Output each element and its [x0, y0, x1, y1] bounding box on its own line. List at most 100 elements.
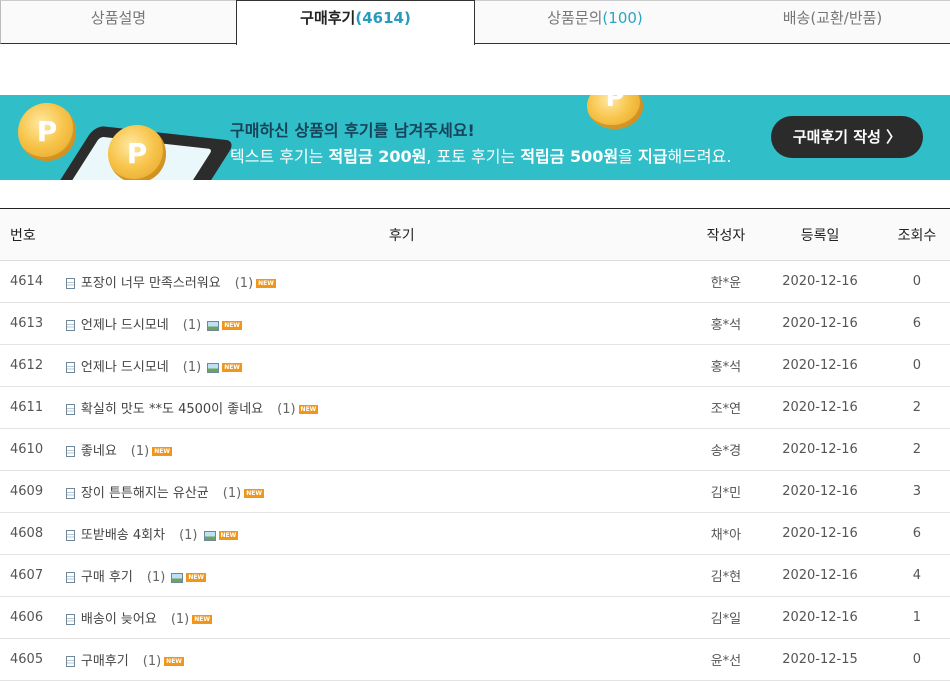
review-number: 4613: [0, 302, 59, 345]
review-views: 0: [883, 260, 950, 303]
tab-product-description[interactable]: 상품설명: [0, 0, 236, 44]
table-row[interactable]: 4609 장이 튼튼해지는 유산균 (1) NEW 김*민 2020-12-16 3: [0, 470, 950, 513]
image-attached-icon: [207, 362, 220, 373]
review-title-link[interactable]: 구매후기: [81, 654, 129, 669]
review-number: 4605: [0, 638, 59, 681]
review-number: 4611: [0, 386, 59, 429]
banner-text: 을: [618, 147, 638, 166]
review-title-cell: 배송이 늦어요 (1) NEW: [58, 596, 696, 639]
review-title-cell: 언제나 드시모네 (1) NEW: [58, 302, 696, 345]
table-row[interactable]: 4613 언제나 드시모네 (1) NEW 홍*석 2020-12-16 6: [0, 302, 950, 345]
comment-count: (1): [222, 486, 242, 501]
review-title-link[interactable]: 좋네요: [81, 444, 117, 459]
comment-count: (1): [142, 654, 162, 669]
review-date: 2020-12-16: [756, 428, 884, 471]
table-row[interactable]: 4611 확실히 맛도 **도 4500이 좋네요 (1) NEW 조*연 2020-12…: [0, 386, 950, 429]
review-title-cell: 확실히 맛도 **도 4500이 좋네요 (1) NEW: [58, 386, 696, 429]
image-attached-icon: [203, 530, 216, 541]
comment-count: (1): [170, 612, 190, 627]
review-author: 조*연: [695, 386, 757, 429]
banner-highlight: 적립금 500원: [520, 147, 619, 166]
document-icon: [65, 320, 75, 331]
tab-label: 상품문의: [547, 9, 603, 27]
review-views: 0: [883, 344, 950, 387]
new-badge: NEW: [152, 447, 172, 456]
document-icon: [65, 614, 75, 625]
review-title-link[interactable]: 포장이 너무 만족스러워요: [81, 276, 221, 291]
review-views: 4: [883, 554, 950, 597]
review-date: 2020-12-16: [756, 596, 884, 639]
coin-icon: P: [108, 125, 166, 180]
review-title-link[interactable]: 언제나 드시모네: [81, 360, 169, 375]
review-date: 2020-12-16: [756, 302, 884, 345]
new-badge: NEW: [256, 279, 276, 288]
review-number: 4606: [0, 596, 59, 639]
review-views: 0: [883, 638, 950, 681]
document-icon: [65, 404, 75, 415]
table-row[interactable]: 4610 좋네요 (1) NEW 송*경 2020-12-16 2: [0, 428, 950, 471]
header-author: 작성자: [695, 208, 757, 261]
banner-highlight: 지급: [637, 147, 668, 166]
review-views: 6: [883, 302, 950, 345]
table-row[interactable]: 4612 언제나 드시모네 (1) NEW 홍*석 2020-12-16 0: [0, 344, 950, 387]
document-icon: [65, 278, 75, 289]
comment-count: (1): [146, 570, 166, 585]
header-no: 번호: [0, 208, 59, 261]
review-title-link[interactable]: 장이 튼튼해지는 유산균: [81, 486, 209, 501]
review-title-cell: 장이 튼튼해지는 유산균 (1) NEW: [58, 470, 696, 513]
review-title-cell: 또받배송 4회차 (1) NEW: [58, 512, 696, 555]
banner-text: , 포토 후기는: [426, 147, 521, 166]
review-date: 2020-12-16: [756, 470, 884, 513]
review-title-link[interactable]: 또받배송 4회차: [81, 528, 165, 543]
review-date: 2020-12-16: [756, 344, 884, 387]
tab-shipping[interactable]: 배송(교환/반품): [715, 0, 950, 44]
comment-count: (1): [130, 444, 150, 459]
review-number: 4609: [0, 470, 59, 513]
review-title-cell: 언제나 드시모네 (1) NEW: [58, 344, 696, 387]
review-table: 번호 후기 작성자 등록일 조회수 4614 포장이 너무 만족스러워요 (1) NE…: [0, 208, 950, 681]
table-row[interactable]: 4607 구매 후기 (1) NEW 김*현 2020-12-16 4: [0, 554, 950, 597]
review-title-link[interactable]: 구매 후기: [81, 570, 133, 585]
new-badge: NEW: [186, 573, 207, 582]
comment-count: (1): [182, 360, 202, 375]
tab-count: (100): [602, 9, 643, 27]
review-views: 1: [883, 596, 950, 639]
review-views: 2: [883, 386, 950, 429]
review-title-link[interactable]: 배송이 늦어요: [81, 612, 157, 627]
new-badge: NEW: [298, 405, 319, 414]
table-row[interactable]: 4614 포장이 너무 만족스러워요 (1) NEW 한*윤 2020-12-16 0: [0, 260, 950, 303]
review-title-cell: 포장이 너무 만족스러워요 (1) NEW: [58, 260, 696, 303]
review-date: 2020-12-16: [756, 512, 884, 555]
tab-count: (4614): [355, 9, 411, 27]
table-row[interactable]: 4608 또받배송 4회차 (1) NEW 채*아 2020-12-16 6: [0, 512, 950, 555]
header-title: 후기: [58, 208, 696, 261]
review-date: 2020-12-16: [756, 260, 884, 303]
review-author: 송*경: [695, 428, 757, 471]
review-date: 2020-12-16: [756, 386, 884, 429]
coin-icon: P: [587, 95, 643, 129]
review-author: 홍*석: [695, 302, 757, 345]
write-review-button[interactable]: 구매후기 작성 〉: [771, 116, 923, 158]
tab-label: 배송(교환/반품): [782, 9, 883, 27]
banner-text: 텍스트 후기는: [230, 147, 329, 166]
document-icon: [65, 446, 75, 457]
document-icon: [65, 572, 75, 583]
review-title-cell: 구매 후기 (1) NEW: [58, 554, 696, 597]
new-badge: NEW: [222, 363, 242, 372]
table-row[interactable]: 4605 구매후기 (1) NEW 윤*선 2020-12-15 0: [0, 638, 950, 681]
header-views: 조회수: [883, 208, 950, 261]
image-attached-icon: [207, 320, 220, 331]
banner-highlight: 적립금 200원: [328, 147, 427, 166]
product-tabs: 상품설명 구매후기(4614) 상품문의(100) 배송(교환/반품): [0, 0, 950, 45]
tab-label: 구매후기: [300, 9, 356, 27]
tab-product-qna[interactable]: 상품문의(100): [475, 0, 715, 44]
tab-reviews[interactable]: 구매후기(4614): [236, 0, 475, 45]
review-title-link[interactable]: 언제나 드시모네: [81, 318, 169, 333]
review-author: 김*일: [695, 596, 757, 639]
table-header-row: 번호 후기 작성자 등록일 조회수: [0, 208, 950, 261]
banner-text: 해드려요.: [667, 147, 732, 166]
review-views: 3: [883, 470, 950, 513]
table-row[interactable]: 4606 배송이 늦어요 (1) NEW 김*일 2020-12-16 1: [0, 596, 950, 639]
header-date: 등록일: [756, 208, 884, 261]
review-title-link[interactable]: 확실히 맛도 **도 4500이 좋네요: [81, 402, 263, 417]
